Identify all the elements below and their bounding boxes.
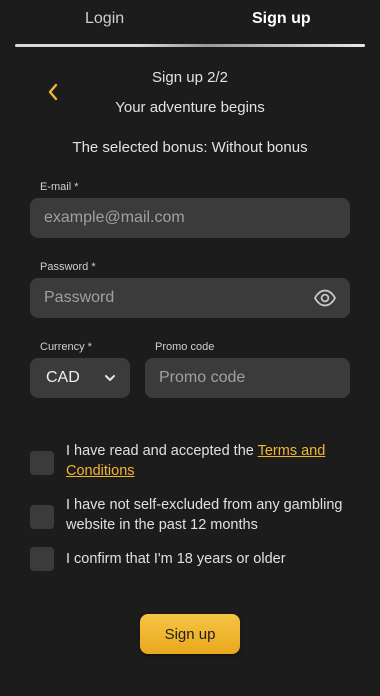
auth-tabs: Login Sign up [0, 0, 380, 48]
email-label: E-mail * [40, 181, 79, 193]
chevron-down-icon [105, 375, 115, 381]
age-checkbox[interactable] [30, 547, 54, 571]
password-field-wrapper [30, 278, 350, 318]
self-exclusion-checkbox[interactable] [30, 505, 54, 529]
email-field[interactable] [42, 208, 338, 228]
promo-code-wrapper [145, 358, 350, 398]
terms-checkbox[interactable] [30, 451, 54, 475]
self-exclusion-text: I have not self-excluded from any gambli… [66, 497, 343, 533]
selected-bonus-text: The selected bonus: Without bonus [72, 139, 308, 156]
currency-select[interactable]: CAD [30, 358, 130, 398]
page-subtitle: Your adventure begins [115, 99, 265, 116]
tab-underline [15, 44, 365, 47]
sign-up-button[interactable]: Sign up [140, 614, 240, 654]
terms-text: I have read and accepted the Terms and C… [66, 441, 356, 481]
terms-prefix: I have read and accepted the [66, 443, 258, 459]
promo-code-field[interactable] [157, 368, 338, 388]
step-indicator: Sign up 2/2 [152, 69, 228, 86]
tab-login[interactable]: Login [85, 10, 124, 28]
promo-code-label: Promo code [155, 341, 215, 353]
currency-label: Currency * [40, 341, 92, 353]
currency-value: CAD [46, 369, 80, 386]
age-text: I confirm that I'm 18 years or older [66, 551, 286, 567]
email-field-wrapper [30, 198, 350, 238]
password-field[interactable] [42, 288, 306, 308]
tab-signup[interactable]: Sign up [252, 10, 311, 28]
password-label: Password * [40, 261, 96, 273]
eye-icon[interactable] [314, 289, 336, 307]
